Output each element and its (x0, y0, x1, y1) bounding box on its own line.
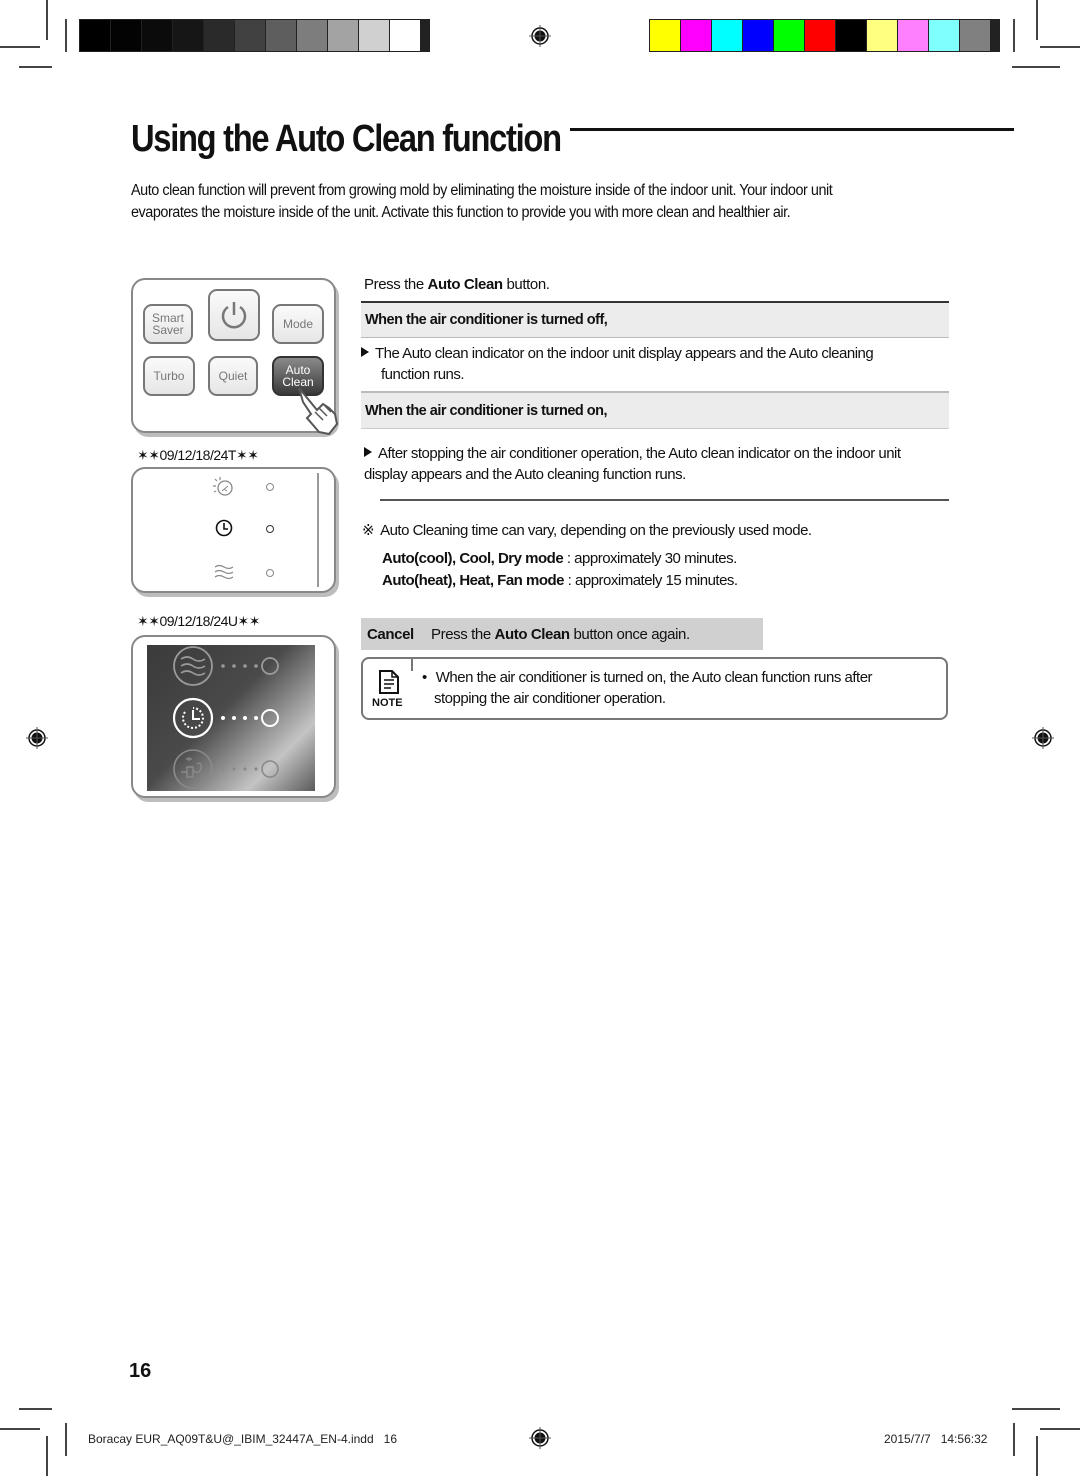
color-swatch (712, 20, 742, 51)
indicator-led (266, 483, 274, 491)
auto-clean-timer-icon (215, 519, 233, 537)
crop-mark (65, 19, 67, 52)
off-header: When the air conditioner is turned off, (361, 303, 949, 337)
page-number: 16 (129, 1360, 152, 1382)
intro-line: evaporates the moisture inside of the un… (131, 204, 791, 221)
title-rule (570, 128, 1014, 131)
indicator-led (266, 525, 274, 533)
indicator-led (266, 569, 274, 577)
note-label: NOTE (372, 697, 403, 709)
registration-mark-icon (1032, 727, 1054, 749)
intro-paragraph: Auto clean function will prevent from gr… (131, 180, 912, 224)
on-header: When the air conditioner is turned on, (361, 393, 949, 428)
remark: ※ Auto Cleaning time can vary, depending … (362, 522, 812, 539)
color-swatch (867, 20, 897, 51)
color-swatch (80, 20, 110, 51)
plug-sun-icon (173, 749, 279, 789)
color-swatch (111, 20, 141, 51)
sun-sleep-icon (213, 477, 233, 496)
power-icon (221, 302, 247, 329)
intro-line: Auto clean function will prevent from gr… (131, 182, 833, 199)
color-swatch (774, 20, 804, 51)
crop-mark (46, 0, 48, 40)
crop-mark (19, 1408, 52, 1410)
color-swatch (960, 20, 990, 51)
auto-clean-timer-icon (172, 697, 279, 739)
pointing-hand-icon (298, 387, 339, 436)
step-instruction: Press the Auto Clean button. (364, 276, 550, 293)
crop-mark (1013, 1423, 1015, 1456)
color-swatch (328, 20, 358, 51)
crop-mark (46, 1436, 48, 1476)
power-button[interactable] (208, 289, 260, 341)
wave-icon (173, 646, 279, 686)
color-swatch (359, 20, 389, 51)
color-swatch (204, 20, 234, 51)
wave-icon (214, 564, 234, 580)
mode-button[interactable]: Mode (272, 304, 324, 344)
color-swatch (173, 20, 203, 51)
crop-mark (19, 66, 52, 68)
note-text: • When the air conditioner is turned on, … (422, 669, 873, 707)
divider (361, 428, 949, 429)
note-document-icon (379, 670, 399, 694)
footer-filename: Boracay EUR_AQ09T&U@_IBIM_32447A_EN-4.in… (88, 1432, 398, 1446)
footer-timestamp: 2015/7/7 14:56:32 (884, 1432, 988, 1446)
color-swatch (898, 20, 928, 51)
note-box: NOTE • When the air conditioner is turned… (361, 657, 948, 720)
crop-mark (1036, 0, 1038, 40)
triangle-bullet-icon (361, 347, 369, 357)
color-swatch (650, 20, 680, 51)
display-u-illustration (131, 635, 336, 798)
mode-time-cool: Auto(cool), Cool, Dry mode : approximate… (382, 550, 737, 567)
grayscale-bar (79, 19, 430, 52)
off-description: The Auto clean indicator on the indoor u… (361, 343, 949, 385)
model-t-label: ✶✶09/12/18/24T✶✶ (137, 447, 259, 463)
remote-control-illustration: Smart Saver Mode Turbo Quiet Auto Clean (131, 278, 339, 436)
crop-mark (1040, 1428, 1080, 1430)
crop-mark (1036, 1436, 1038, 1476)
quiet-button[interactable]: Quiet (208, 356, 258, 396)
triangle-bullet-icon (364, 447, 372, 457)
crop-mark (65, 1423, 67, 1456)
color-swatch (142, 20, 172, 51)
color-swatch (266, 20, 296, 51)
turbo-button[interactable]: Turbo (143, 356, 195, 396)
crop-mark (1012, 66, 1060, 68)
color-bar (649, 19, 1000, 52)
model-u-label: ✶✶09/12/18/24U✶✶ (137, 613, 261, 629)
on-description: After stopping the air conditioner opera… (364, 445, 901, 483)
crop-mark (1012, 1408, 1060, 1410)
registration-mark-icon (529, 25, 551, 47)
display-t-illustration (131, 467, 336, 593)
crop-mark (1013, 19, 1015, 52)
divider (380, 499, 949, 501)
color-swatch (743, 20, 773, 51)
color-swatch (235, 20, 265, 51)
crop-mark (1040, 46, 1080, 48)
divider (361, 337, 949, 338)
registration-mark-icon (26, 727, 48, 749)
smart-saver-button[interactable]: Smart Saver (143, 304, 193, 344)
color-swatch (390, 20, 420, 51)
color-swatch (929, 20, 959, 51)
color-swatch (836, 20, 866, 51)
registration-mark-icon (529, 1427, 551, 1449)
page-title: Using the Auto Clean function (131, 118, 562, 160)
crop-mark (0, 46, 40, 48)
color-swatch (805, 20, 835, 51)
mode-time-heat: Auto(heat), Heat, Fan mode : approximate… (382, 572, 738, 589)
color-swatch (297, 20, 327, 51)
color-swatch (681, 20, 711, 51)
cancel-instruction: Cancel Press the Auto Clean button once … (361, 618, 763, 650)
crop-mark (0, 1428, 40, 1430)
